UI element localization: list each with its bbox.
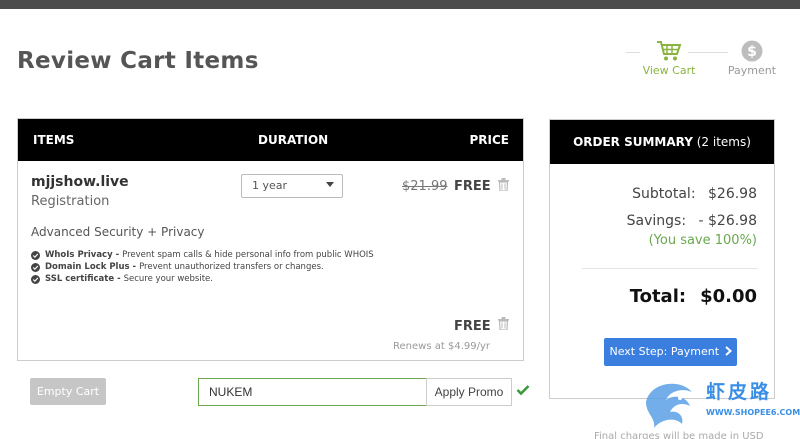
addon-title: Advanced Security + Privacy [31, 225, 205, 239]
subtotal-value: $26.98 [708, 186, 757, 202]
savings-label: Savings: [626, 213, 687, 229]
feature-name: Domain Lock Plus - [45, 262, 137, 272]
feature-desc: Prevent unauthorized transfers or change… [139, 262, 324, 272]
header-price: PRICE [469, 133, 509, 147]
domain-name: mjjshow.live [31, 174, 129, 190]
dollar-icon: $ [741, 40, 763, 62]
header-items: ITEMS [33, 133, 75, 147]
domain-type: Registration [31, 194, 110, 209]
caret-down-icon [326, 182, 334, 187]
total-row: Total: $0.00 [630, 286, 757, 307]
page-title: Review Cart Items [17, 48, 259, 74]
item-price: FREE [454, 179, 491, 194]
table-header: ITEMS DURATION PRICE [18, 119, 523, 161]
feature-desc: Prevent spam calls & hide personal info … [122, 250, 374, 260]
cart-items-table: ITEMS DURATION PRICE mjjshow.live Regist… [17, 118, 524, 361]
feature-list: WhoIs Privacy - Prevent spam calls & hid… [31, 249, 374, 285]
check-circle-icon [31, 262, 40, 272]
duration-select[interactable]: 1 year [241, 174, 343, 198]
step-label: Payment [727, 64, 777, 77]
next-step-payment-button[interactable]: Next Step: Payment [604, 338, 737, 366]
summary-header: ORDER SUMMARY (2 items) [550, 120, 774, 164]
total-value: $0.00 [700, 286, 757, 307]
total-label: Total: [629, 286, 687, 307]
step-view-cart[interactable]: View Cart [638, 40, 700, 77]
order-summary: ORDER SUMMARY (2 items) Subtotal: $26.98… [549, 119, 775, 399]
check-icon [516, 385, 530, 396]
watermark-url: WWW.SHOPEE6.COM [706, 408, 800, 417]
subtotal-row: Subtotal: $26.98 [632, 186, 757, 202]
list-item: SSL certificate - Secure your website. [31, 273, 374, 285]
header-duration: DURATION [258, 133, 329, 147]
feature-name: WhoIs Privacy - [45, 250, 120, 260]
feature-desc: Secure your website. [123, 274, 213, 284]
next-button-label: Next Step: Payment [609, 345, 720, 358]
trash-icon[interactable] [498, 178, 509, 191]
trash-icon[interactable] [498, 317, 509, 330]
savings-percent: (You save 100%) [648, 233, 757, 248]
subtotal-label: Subtotal: [632, 186, 696, 202]
check-circle-icon [31, 274, 40, 284]
chevron-right-icon [724, 346, 732, 356]
savings-value: - $26.98 [698, 213, 758, 229]
summary-title: ORDER SUMMARY [573, 135, 693, 149]
step-label: View Cart [642, 64, 696, 77]
svg-text:$: $ [747, 44, 757, 60]
check-circle-icon [31, 250, 40, 260]
original-price: $21.99 [402, 179, 448, 194]
renewal-text: Renews at $4.99/yr [393, 341, 490, 352]
summary-count: (2 items) [696, 135, 751, 149]
addon-price: FREE [454, 319, 491, 334]
apply-promo-button[interactable]: Apply Promo [426, 378, 512, 406]
divider [582, 268, 758, 269]
feature-name: SSL certificate - [45, 274, 121, 284]
list-item: Domain Lock Plus - Prevent unauthorized … [31, 261, 374, 273]
savings-row: Savings: - $26.98 [627, 213, 757, 229]
duration-value: 1 year [252, 179, 288, 192]
watermark-text: 虾皮路 [706, 381, 773, 403]
step-payment[interactable]: $ Payment [722, 40, 782, 77]
list-item: WhoIs Privacy - Prevent spam calls & hid… [31, 249, 374, 261]
promo-code-input[interactable]: NUKEM [198, 378, 426, 406]
empty-cart-button[interactable]: Empty Cart [30, 378, 106, 405]
cart-icon [657, 41, 682, 61]
top-bar [0, 0, 800, 9]
